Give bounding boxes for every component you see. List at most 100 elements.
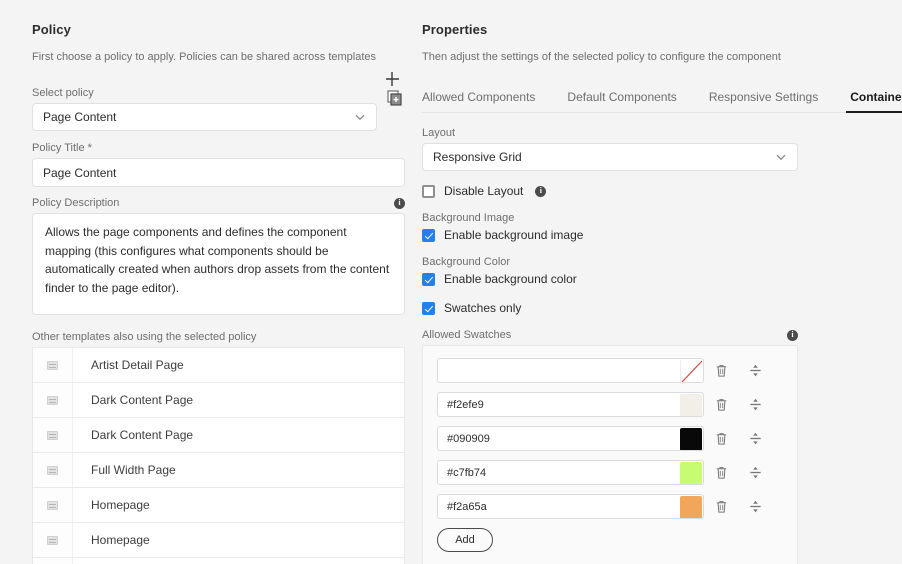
layout-dropdown[interactable]: Responsive Grid (422, 143, 798, 171)
swatch-value-input[interactable] (437, 358, 704, 383)
allowed-swatches-panel: #f2efe9 #090909 #c7fb74 #f2a65a Add (422, 345, 798, 564)
template-icon (47, 465, 58, 475)
table-row[interactable]: News Page (33, 557, 404, 564)
policy-description-textarea[interactable]: Allows the page components and defines t… (32, 213, 405, 315)
select-policy-label: Select policy (32, 87, 94, 99)
policy-description-label: Policy Description (32, 197, 120, 209)
properties-heading: Properties (422, 22, 488, 37)
background-color-group: Background Color Enable background color (422, 256, 902, 286)
tab-default-components[interactable]: Default Components (567, 90, 696, 112)
info-icon[interactable]: i (535, 185, 547, 197)
policy-heading: Policy (32, 22, 71, 37)
reorder-swatch-handle[interactable] (738, 460, 772, 485)
policy-description-value: Allows the page components and defines t… (45, 225, 390, 295)
swatch-value-input[interactable]: #f2a65a (437, 494, 704, 519)
swatch-value: #c7fb74 (447, 466, 487, 479)
swatch-value: #f2a65a (447, 500, 487, 513)
disable-layout-label: Disable Layout (444, 184, 524, 198)
table-row[interactable]: Dark Content Page (33, 417, 404, 452)
enable-background-color-label: Enable background color (444, 272, 577, 286)
tab-allowed-components[interactable]: Allowed Components (422, 90, 555, 112)
template-name: Dark Content Page (91, 393, 194, 407)
template-name: Full Width Page (91, 463, 176, 477)
chevron-down-icon (354, 111, 366, 123)
swatch-value-input[interactable]: #f2efe9 (437, 392, 704, 417)
empty-swatch-chip[interactable] (680, 360, 703, 382)
swatches-only-label: Swatches only (444, 301, 522, 315)
background-image-group: Background Image Enable background image (422, 212, 902, 242)
enable-background-color-checkbox[interactable] (422, 272, 435, 286)
policy-title-label: Policy Title * (32, 142, 92, 154)
other-templates-list: Artist Detail Page Dark Content Page Dark … (32, 347, 405, 564)
layout-label: Layout (422, 127, 456, 139)
policy-subheading: First choose a policy to apply. Policies… (32, 51, 377, 63)
select-policy-dropdown[interactable]: Page Content (32, 103, 377, 131)
properties-panel: Properties Then adjust the settings of t… (414, 0, 902, 564)
swatch-value-input[interactable]: #c7fb74 (437, 460, 704, 485)
select-policy-value: Page Content (43, 110, 117, 124)
swatch-color-chip[interactable] (680, 496, 702, 518)
policy-properties-dialog: Policy First choose a policy to apply. P… (0, 0, 902, 564)
swatch-row (437, 358, 783, 383)
table-row[interactable]: Artist Detail Page (33, 347, 404, 382)
info-icon[interactable]: i (787, 329, 798, 341)
template-icon-cell (33, 453, 73, 487)
allowed-swatches-label: Allowed Swatches (422, 329, 512, 341)
chevron-down-icon (775, 151, 787, 163)
delete-swatch-button[interactable] (704, 426, 738, 451)
layout-value: Responsive Grid (433, 150, 522, 164)
policy-panel: Policy First choose a policy to apply. P… (0, 0, 414, 564)
template-icon-cell (33, 523, 73, 557)
template-name: Homepage (91, 533, 150, 547)
swatch-color-chip[interactable] (680, 394, 702, 416)
swatch-value: #090909 (447, 432, 490, 445)
enable-background-image-row[interactable]: Enable background image (422, 228, 902, 242)
template-icon-cell (33, 558, 73, 564)
table-row[interactable]: Full Width Page (33, 452, 404, 487)
enable-background-color-row[interactable]: Enable background color (422, 272, 902, 286)
enable-background-image-checkbox[interactable] (422, 228, 435, 242)
table-row[interactable]: Homepage (33, 487, 404, 522)
template-name: Artist Detail Page (91, 358, 184, 372)
info-icon[interactable]: i (394, 197, 405, 209)
properties-subheading: Then adjust the settings of the selected… (422, 51, 781, 63)
tab-responsive-settings[interactable]: Responsive Settings (709, 90, 838, 112)
tab-container-settings[interactable]: Container Settings (846, 90, 902, 113)
policy-title-input[interactable]: Page Content (32, 158, 405, 187)
reorder-swatch-handle[interactable] (738, 494, 772, 519)
swatch-row: #c7fb74 (437, 460, 783, 485)
delete-swatch-button[interactable] (704, 392, 738, 417)
template-icon (47, 500, 58, 510)
background-image-label: Background Image (422, 212, 515, 224)
swatch-color-chip[interactable] (680, 428, 702, 450)
disable-layout-checkbox[interactable] (422, 184, 435, 198)
template-icon (47, 360, 58, 370)
reorder-swatch-handle[interactable] (738, 392, 772, 417)
delete-swatch-button[interactable] (704, 460, 738, 485)
reorder-swatch-handle[interactable] (738, 358, 772, 383)
policy-title-value: Page Content (43, 165, 117, 180)
template-icon (47, 430, 58, 440)
enable-background-image-label: Enable background image (444, 228, 584, 242)
delete-swatch-button[interactable] (704, 358, 738, 383)
table-row[interactable]: Dark Content Page (33, 382, 404, 417)
template-icon-cell (33, 488, 73, 522)
template-icon-cell (33, 348, 73, 382)
add-swatch-button[interactable]: Add (437, 528, 493, 552)
swatches-only-row[interactable]: Swatches only (422, 301, 902, 315)
template-icon-cell (33, 418, 73, 452)
swatch-row: #090909 (437, 426, 783, 451)
delete-swatch-button[interactable] (704, 494, 738, 519)
template-name: Homepage (91, 498, 150, 512)
swatch-value-input[interactable]: #090909 (437, 426, 704, 451)
template-icon (47, 395, 58, 405)
swatches-only-checkbox[interactable] (422, 301, 435, 315)
swatch-value: #f2efe9 (447, 398, 484, 411)
table-row[interactable]: Homepage (33, 522, 404, 557)
swatch-row: #f2a65a (437, 494, 783, 519)
other-templates-label: Other templates also using the selected … (32, 331, 257, 343)
swatch-color-chip[interactable] (680, 462, 702, 484)
background-color-label: Background Color (422, 256, 511, 268)
disable-layout-checkbox-row[interactable]: Disable Layout i (422, 184, 902, 198)
reorder-swatch-handle[interactable] (738, 426, 772, 451)
